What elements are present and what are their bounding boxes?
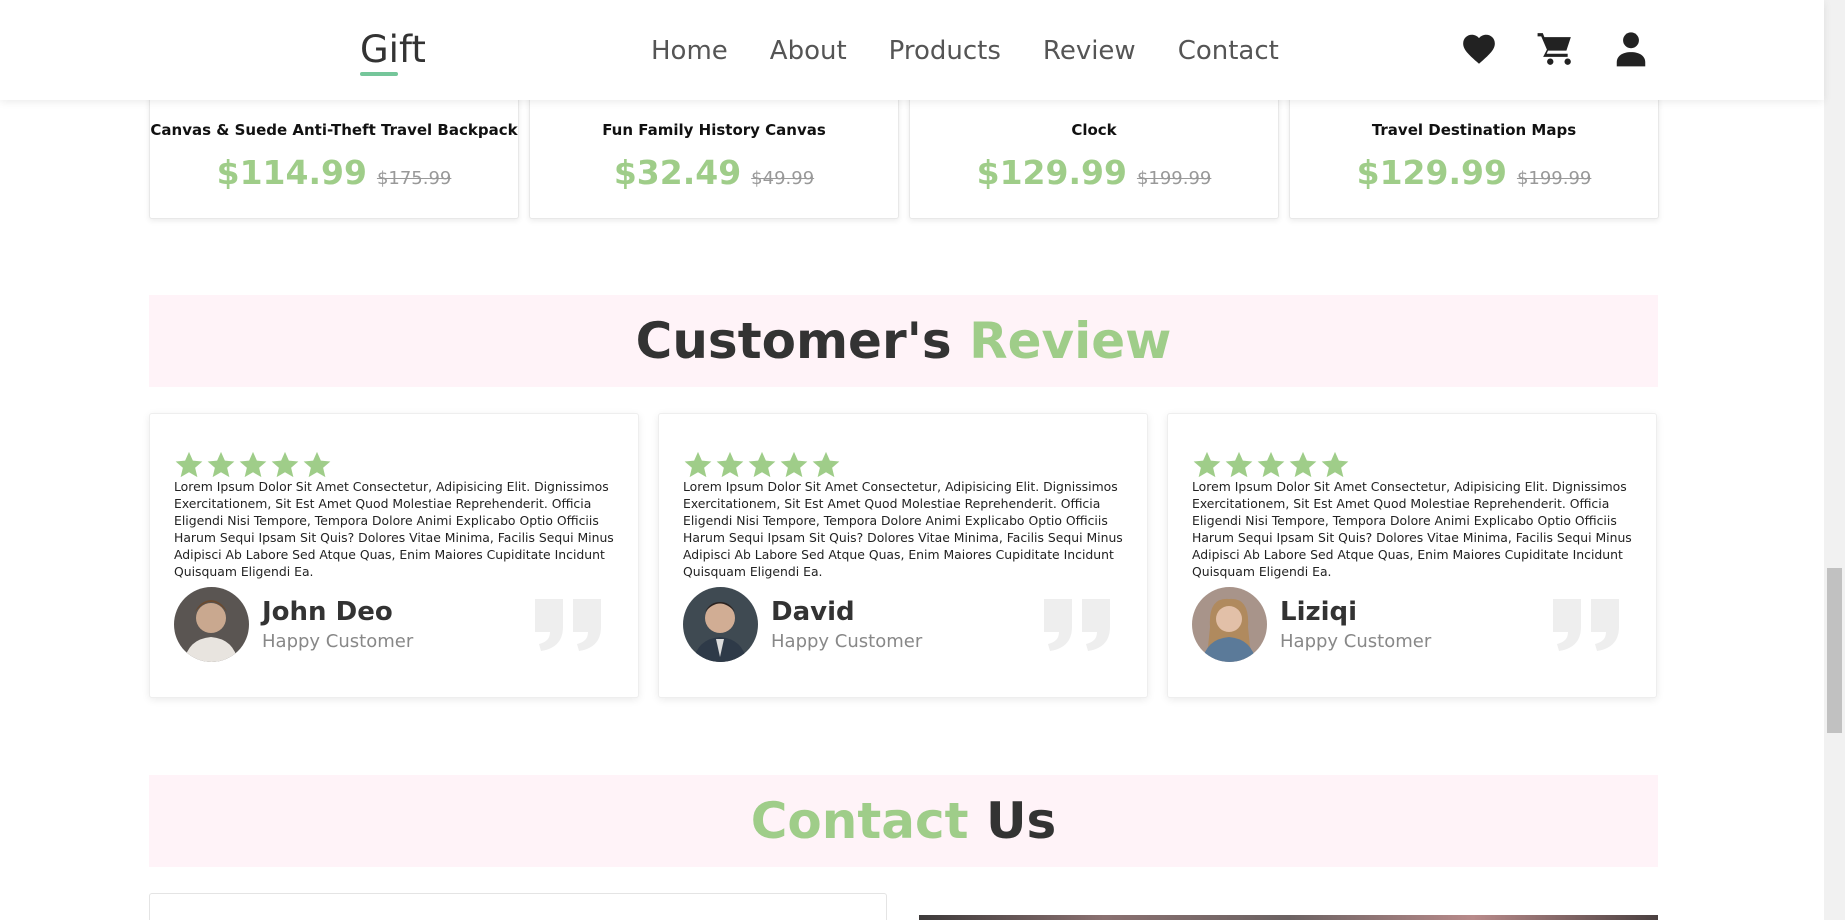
star-rating [683,450,841,480]
review-cards: Lorem Ipsum Dolor Sit Amet Consectetur, … [149,413,1657,698]
quote-icon [535,599,601,651]
price-row: $129.99 $199.99 [1290,153,1658,192]
product-card[interactable]: Travel Destination Maps $129.99 $199.99 [1289,80,1659,219]
star-icon [271,451,299,478]
nav-home[interactable]: Home [651,36,728,66]
product-card[interactable]: Canvas & Suede Anti-Theft Travel Backpac… [149,80,519,219]
star-icon [780,451,808,478]
star-icon [684,451,712,478]
star-icon [207,451,235,478]
product-old-price: $199.99 [1516,168,1592,189]
review-card: Lorem Ipsum Dolor Sit Amet Consectetur, … [149,413,639,698]
star-icon [748,451,776,478]
product-old-price: $175.99 [376,168,452,189]
product-price: $129.99 [976,153,1127,192]
contact-heading-band: Contact Us [149,775,1658,867]
star-icon [303,451,331,478]
product-card[interactable]: Fun Family History Canvas $32.49 $49.99 [529,80,899,219]
product-name: Fun Family History Canvas [602,121,826,139]
product-card[interactable]: Clock $129.99 $199.99 [909,80,1279,219]
logo-underline [360,72,398,76]
user-icon[interactable] [1612,30,1650,68]
avatar [174,587,249,662]
nav-review[interactable]: Review [1043,36,1136,66]
reviewer-role: Happy Customer [1280,631,1432,652]
nav-about[interactable]: About [770,36,847,66]
contact-heading-part1: Contact [750,792,969,850]
star-rating [174,450,332,480]
heart-icon[interactable] [1460,30,1498,68]
main-nav: Home About Products Review Contact [651,36,1279,66]
review-heading-part1: Customer's [635,312,952,370]
star-rating [1192,450,1350,480]
avatar [1192,587,1267,662]
product-cards: Canvas & Suede Anti-Theft Travel Backpac… [149,80,1659,219]
product-name: Canvas & Suede Anti-Theft Travel Backpac… [150,121,518,139]
star-icon [175,451,203,478]
price-row: $114.99 $175.99 [150,153,518,192]
star-icon [1257,451,1285,478]
contact-heading: Contact Us [149,775,1658,867]
review-heading-part2: Review [969,312,1172,370]
product-name: Clock [1071,121,1117,139]
review-card: Lorem Ipsum Dolor Sit Amet Consectetur, … [658,413,1148,698]
site-header: Gift Home About Products Review Contact [0,0,1824,100]
quote-icon [1044,599,1110,651]
cart-icon[interactable] [1536,30,1574,68]
star-icon [1193,451,1221,478]
product-old-price: $49.99 [751,168,815,189]
header-icons [1460,30,1650,68]
star-icon [1321,451,1349,478]
product-price: $114.99 [216,153,367,192]
logo[interactable]: Gift [360,28,426,71]
star-icon [239,451,267,478]
contact-image [919,915,1658,920]
avatar [683,587,758,662]
quote-icon [1553,599,1619,651]
contact-heading-part2: Us [985,792,1057,850]
star-icon [1289,451,1317,478]
reviewer-role: Happy Customer [771,631,923,652]
star-icon [812,451,840,478]
nav-contact[interactable]: Contact [1178,36,1279,66]
review-card: Lorem Ipsum Dolor Sit Amet Consectetur, … [1167,413,1657,698]
product-name: Travel Destination Maps [1371,121,1577,139]
reviewer-name: John Deo [262,597,393,627]
reviewer-name: Liziqi [1280,597,1358,627]
product-old-price: $199.99 [1136,168,1212,189]
star-icon [1225,451,1253,478]
reviewer-role: Happy Customer [262,631,414,652]
product-price: $32.49 [613,153,742,192]
contact-form-box [149,893,887,920]
review-text: Lorem Ipsum Dolor Sit Amet Consectetur, … [1192,479,1632,579]
scrollbar-thumb[interactable] [1827,568,1842,733]
nav-products[interactable]: Products [889,36,1001,66]
price-row: $129.99 $199.99 [910,153,1278,192]
scrollbar-track[interactable] [1824,0,1845,920]
star-icon [716,451,744,478]
review-text: Lorem Ipsum Dolor Sit Amet Consectetur, … [174,479,614,579]
price-row: $32.49 $49.99 [530,153,898,192]
reviewer-name: David [771,597,855,627]
product-price: $129.99 [1356,153,1507,192]
review-heading-band: Customer's Review [149,295,1658,387]
review-text: Lorem Ipsum Dolor Sit Amet Consectetur, … [683,479,1123,579]
review-heading: Customer's Review [149,295,1658,387]
